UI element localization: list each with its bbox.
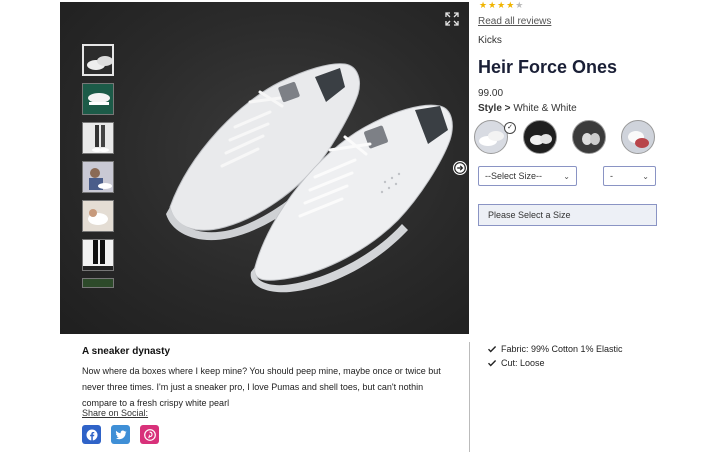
thumbnail-4[interactable]	[82, 161, 114, 193]
product-page: ★★★★★ Read all reviews Kicks Heir Force …	[0, 0, 728, 452]
column-divider	[469, 342, 470, 452]
feature-text: Cut: Loose	[501, 358, 545, 368]
style-swatch-3[interactable]	[572, 120, 606, 154]
rating-stars[interactable]: ★★★★★	[479, 0, 524, 10]
pinterest-share-button[interactable]	[140, 425, 159, 444]
thumbnail-list	[82, 44, 118, 295]
description-body: Now where da boxes where I keep mine? Yo…	[82, 366, 441, 408]
product-hero-image	[166, 63, 453, 293]
checkmark-icon	[487, 346, 497, 353]
feature-item: Cut: Loose	[487, 358, 623, 368]
description-title: A sneaker dynasty	[82, 346, 171, 357]
arrow-right-icon	[454, 162, 466, 174]
feature-item: Fabric: 99% Cotton 1% Elastic	[487, 344, 623, 354]
style-swatch-4[interactable]	[621, 120, 655, 154]
star-icon-empty: ★	[515, 0, 525, 10]
style-label-row: Style > White & White	[478, 103, 577, 114]
thumbnail-1[interactable]	[82, 44, 114, 76]
brand-name: Kicks	[478, 35, 502, 46]
thumbnail-7[interactable]	[82, 278, 114, 288]
product-title: Heir Force Ones	[478, 57, 618, 77]
checkmark-icon	[487, 360, 497, 367]
product-price: 99.00	[478, 88, 504, 99]
chevron-down-icon: ⌄	[563, 171, 570, 181]
style-value: White & White	[513, 103, 577, 114]
feature-text: Fabric: 99% Cotton 1% Elastic	[501, 344, 623, 354]
share-on-social-label: Share on Social:	[82, 408, 149, 418]
chevron-down-icon: ⌄	[642, 171, 649, 181]
expand-icon[interactable]	[445, 12, 459, 26]
size-select-value: --Select Size--	[485, 171, 543, 181]
quantity-select-value: -	[610, 171, 613, 181]
pinterest-icon	[143, 428, 156, 441]
thumbnail-5[interactable]	[82, 200, 114, 232]
facebook-share-button[interactable]	[82, 425, 101, 444]
feature-list: Fabric: 99% Cotton 1% Elastic Cut: Loose	[487, 344, 623, 372]
thumbnail-2[interactable]	[82, 83, 114, 115]
twitter-icon	[115, 430, 126, 439]
add-to-cart-button[interactable]: Please Select a Size	[478, 204, 657, 226]
style-swatch-white-white[interactable]	[474, 120, 508, 154]
quantity-select[interactable]: - ⌄	[603, 166, 656, 186]
star-icon-filled: ★★★★	[479, 0, 516, 10]
style-swatch-2[interactable]	[523, 120, 557, 154]
next-image-button[interactable]	[453, 161, 467, 175]
size-select[interactable]: --Select Size-- ⌄	[478, 166, 577, 186]
read-reviews-link[interactable]: Read all reviews	[478, 16, 551, 27]
thumbnail-6[interactable]	[82, 239, 114, 271]
style-label: Style >	[478, 103, 511, 114]
product-gallery[interactable]	[60, 2, 469, 334]
facebook-icon	[86, 429, 97, 440]
selected-check-icon: ✓	[504, 122, 516, 134]
twitter-share-button[interactable]	[111, 425, 130, 444]
thumbnail-3[interactable]	[82, 122, 114, 154]
social-share-buttons	[82, 425, 169, 444]
